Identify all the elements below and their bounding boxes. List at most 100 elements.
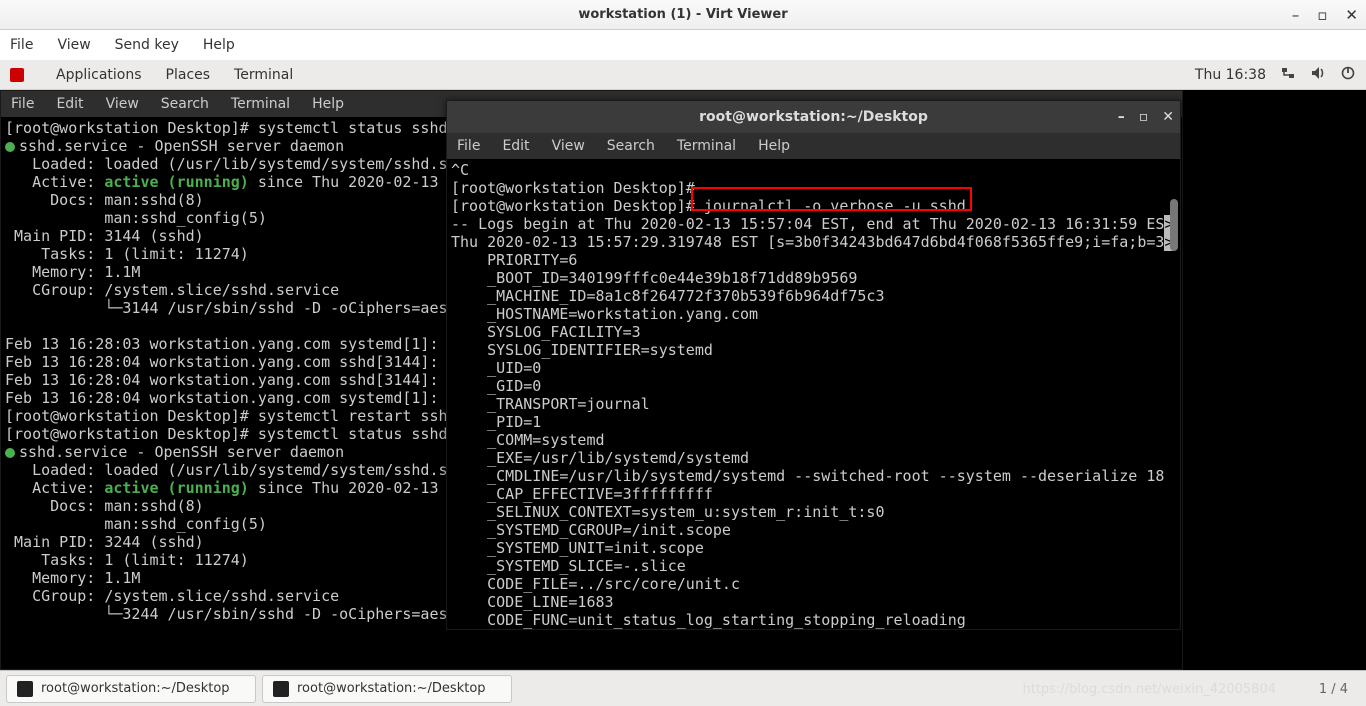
term-menu-edit[interactable]: Edit bbox=[56, 96, 83, 112]
tline: CODE_LINE=1683 bbox=[451, 593, 614, 611]
gnome-applications[interactable]: Applications bbox=[56, 67, 142, 83]
tline: since Thu 2020-02-13 bbox=[249, 173, 439, 191]
tline: [root@workstation Desktop]# bbox=[451, 197, 704, 215]
power-icon[interactable] bbox=[1340, 65, 1356, 85]
desktop-area: File Edit View Search Terminal Help [roo… bbox=[0, 90, 1366, 670]
taskbar-label: root@workstation:~/Desktop bbox=[297, 681, 486, 696]
term-menu-search[interactable]: Search bbox=[161, 96, 209, 112]
tline: Active: bbox=[5, 173, 104, 191]
tline: _TRANSPORT=journal bbox=[451, 395, 650, 413]
tline: SYSLOG_IDENTIFIER=systemd bbox=[451, 341, 713, 359]
tline: Main PID: 3244 (sshd) bbox=[5, 533, 204, 551]
minimize-button[interactable]: – bbox=[1292, 6, 1300, 24]
term-menu-search[interactable]: Search bbox=[607, 138, 655, 154]
tline: Thu 2020-02-13 15:57:29.319748 EST [s=3b… bbox=[451, 233, 1164, 251]
tline: [root@workstation Desktop]# systemctl st… bbox=[5, 425, 448, 443]
gnome-places[interactable]: Places bbox=[166, 67, 211, 83]
tline: CODE_FILE=../src/core/unit.c bbox=[451, 575, 740, 593]
annotation-highlight bbox=[691, 187, 972, 211]
tline: Main PID: 3144 (sshd) bbox=[5, 227, 204, 245]
terminal-icon bbox=[17, 681, 33, 697]
term-menu-terminal[interactable]: Terminal bbox=[231, 96, 290, 112]
active-running: active (running) bbox=[104, 479, 249, 497]
page-indicator: 1 / 4 bbox=[1319, 682, 1348, 697]
term-close-button[interactable]: ✕ bbox=[1162, 109, 1174, 125]
tline: sshd.service - OpenSSH server daemon bbox=[19, 443, 344, 461]
tree-char: └─ bbox=[5, 605, 122, 623]
tline: _CAP_EFFECTIVE=3fffffffff bbox=[451, 485, 713, 503]
tline: SYSLOG_FACILITY=3 bbox=[451, 323, 641, 341]
tline: Memory: 1.1M bbox=[5, 263, 140, 281]
menu-file[interactable]: File bbox=[10, 37, 33, 53]
tline: _SYSTEMD_SLICE=-.slice bbox=[451, 557, 686, 575]
tline: ^C bbox=[451, 161, 469, 179]
tline: Docs: man:sshd(8) bbox=[5, 497, 204, 515]
tline: CGroup: /system.slice/sshd.service bbox=[5, 587, 339, 605]
tline: [root@workstation Desktop]# systemctl re… bbox=[5, 407, 448, 425]
tline: _SYSTEMD_UNIT=init.scope bbox=[451, 539, 704, 557]
tline: CGroup: /system.slice/sshd.service bbox=[5, 281, 339, 299]
menu-view[interactable]: View bbox=[57, 37, 90, 53]
tline: Docs: man:sshd(8) bbox=[5, 191, 204, 209]
terminal-icon bbox=[273, 681, 289, 697]
status-dot-icon bbox=[5, 448, 15, 458]
term-menu-help[interactable]: Help bbox=[758, 138, 790, 154]
tline: PRIORITY=6 bbox=[451, 251, 577, 269]
tline: Feb 13 16:28:03 workstation.yang.com sys… bbox=[5, 335, 438, 353]
taskbar-label: root@workstation:~/Desktop bbox=[41, 681, 230, 696]
tline: _HOSTNAME=workstation.yang.com bbox=[451, 305, 758, 323]
taskbar-item-terminal-2[interactable]: root@workstation:~/Desktop bbox=[262, 675, 512, 703]
maximize-button[interactable]: ▫ bbox=[1317, 6, 1327, 24]
tline: _GID=0 bbox=[451, 377, 541, 395]
tline: Memory: 1.1M bbox=[5, 569, 140, 587]
virt-viewer-menubar: File View Send key Help bbox=[0, 30, 1366, 60]
tline: -- Logs begin at Thu 2020-02-13 15:57:04… bbox=[451, 215, 1164, 233]
tree-char: └─ bbox=[5, 299, 122, 317]
virt-viewer-title: workstation (1) - Virt Viewer bbox=[578, 7, 787, 22]
tline: [root@workstation Desktop]# systemctl st… bbox=[5, 119, 448, 137]
scrollbar-thumb[interactable] bbox=[1170, 199, 1178, 251]
volume-icon[interactable] bbox=[1310, 65, 1326, 85]
virt-viewer-titlebar: workstation (1) - Virt Viewer – ▫ ✕ bbox=[0, 0, 1366, 30]
term-menu-view[interactable]: View bbox=[106, 96, 139, 112]
menu-sendkey[interactable]: Send key bbox=[115, 37, 179, 53]
tline: _EXE=/usr/lib/systemd/systemd bbox=[451, 449, 749, 467]
terminal-front-menubar: File Edit View Search Terminal Help bbox=[447, 133, 1180, 159]
term-menu-view[interactable]: View bbox=[552, 138, 585, 154]
term-menu-terminal[interactable]: Terminal bbox=[677, 138, 736, 154]
tline: _BOOT_ID=340199fffc0e44e39b18f71dd89b956… bbox=[451, 269, 857, 287]
tline: _PID=1 bbox=[451, 413, 541, 431]
tline: _SELINUX_CONTEXT=system_u:system_r:init_… bbox=[451, 503, 884, 521]
tline: man:sshd_config(5) bbox=[5, 209, 267, 227]
term-minimize-button[interactable]: – bbox=[1118, 109, 1125, 125]
term-menu-file[interactable]: File bbox=[11, 96, 34, 112]
tline: Feb 13 16:28:04 workstation.yang.com ssh… bbox=[5, 353, 438, 371]
term-menu-edit[interactable]: Edit bbox=[502, 138, 529, 154]
terminal-front-title: root@workstation:~/Desktop bbox=[699, 109, 928, 125]
tline: Tasks: 1 (limit: 11274) bbox=[5, 551, 249, 569]
tline: [root@workstation Desktop]# bbox=[451, 179, 695, 197]
gnome-topbar: Applications Places Terminal Thu 16:38 bbox=[0, 60, 1366, 90]
tline: Loaded: loaded (/usr/lib/systemd/system/… bbox=[5, 155, 448, 173]
close-button[interactable]: ✕ bbox=[1345, 6, 1358, 24]
terminal-front-titlebar[interactable]: root@workstation:~/Desktop – ▫ ✕ bbox=[447, 101, 1180, 133]
taskbar-item-terminal-1[interactable]: root@workstation:~/Desktop bbox=[6, 675, 256, 703]
clock-label[interactable]: Thu 16:38 bbox=[1195, 67, 1266, 83]
tline: _SYSTEMD_CGROUP=/init.scope bbox=[451, 521, 731, 539]
tline: _UID=0 bbox=[451, 359, 541, 377]
tline: _COMM=systemd bbox=[451, 431, 605, 449]
network-icon[interactable] bbox=[1280, 65, 1296, 85]
gnome-logo-icon bbox=[10, 68, 24, 82]
tline: Active: bbox=[5, 479, 104, 497]
tline: 3144 /usr/sbin/sshd -D -oCiphers=aes bbox=[122, 299, 447, 317]
menu-help[interactable]: Help bbox=[203, 37, 235, 53]
tline: Loaded: loaded (/usr/lib/systemd/system/… bbox=[5, 461, 448, 479]
terminal-front-body[interactable]: ^C [root@workstation Desktop]# [root@wor… bbox=[447, 159, 1180, 629]
tline: Tasks: 1 (limit: 11274) bbox=[5, 245, 249, 263]
gnome-terminal[interactable]: Terminal bbox=[234, 67, 293, 83]
term-menu-help[interactable]: Help bbox=[312, 96, 344, 112]
tline: _MACHINE_ID=8a1c8f264772f370b539f6b964df… bbox=[451, 287, 884, 305]
term-menu-file[interactable]: File bbox=[457, 138, 480, 154]
terminal-window-front[interactable]: root@workstation:~/Desktop – ▫ ✕ File Ed… bbox=[446, 100, 1181, 630]
term-maximize-button[interactable]: ▫ bbox=[1139, 109, 1149, 125]
